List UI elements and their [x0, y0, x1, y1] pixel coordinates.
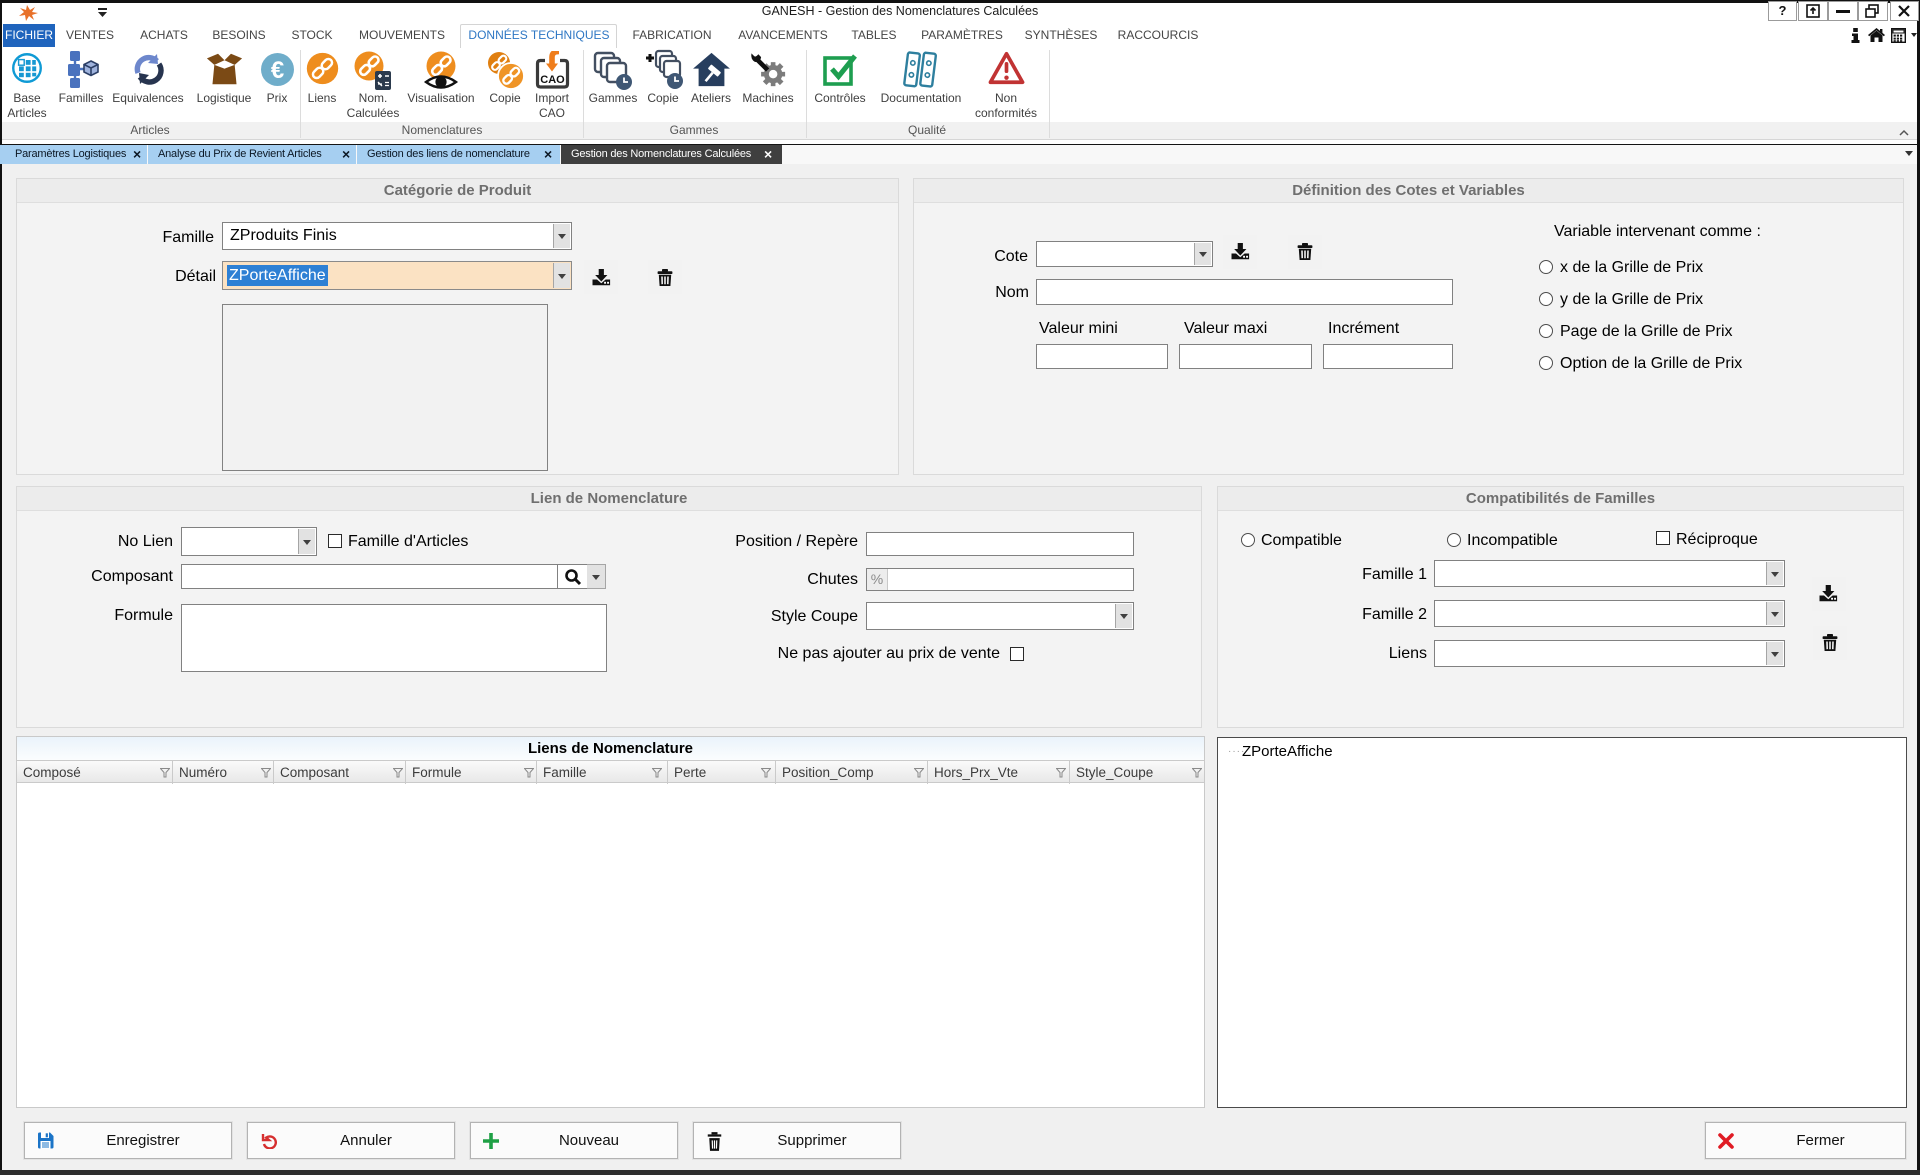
svg-text:CAO: CAO [540, 74, 565, 86]
svg-text:€: € [271, 57, 284, 84]
